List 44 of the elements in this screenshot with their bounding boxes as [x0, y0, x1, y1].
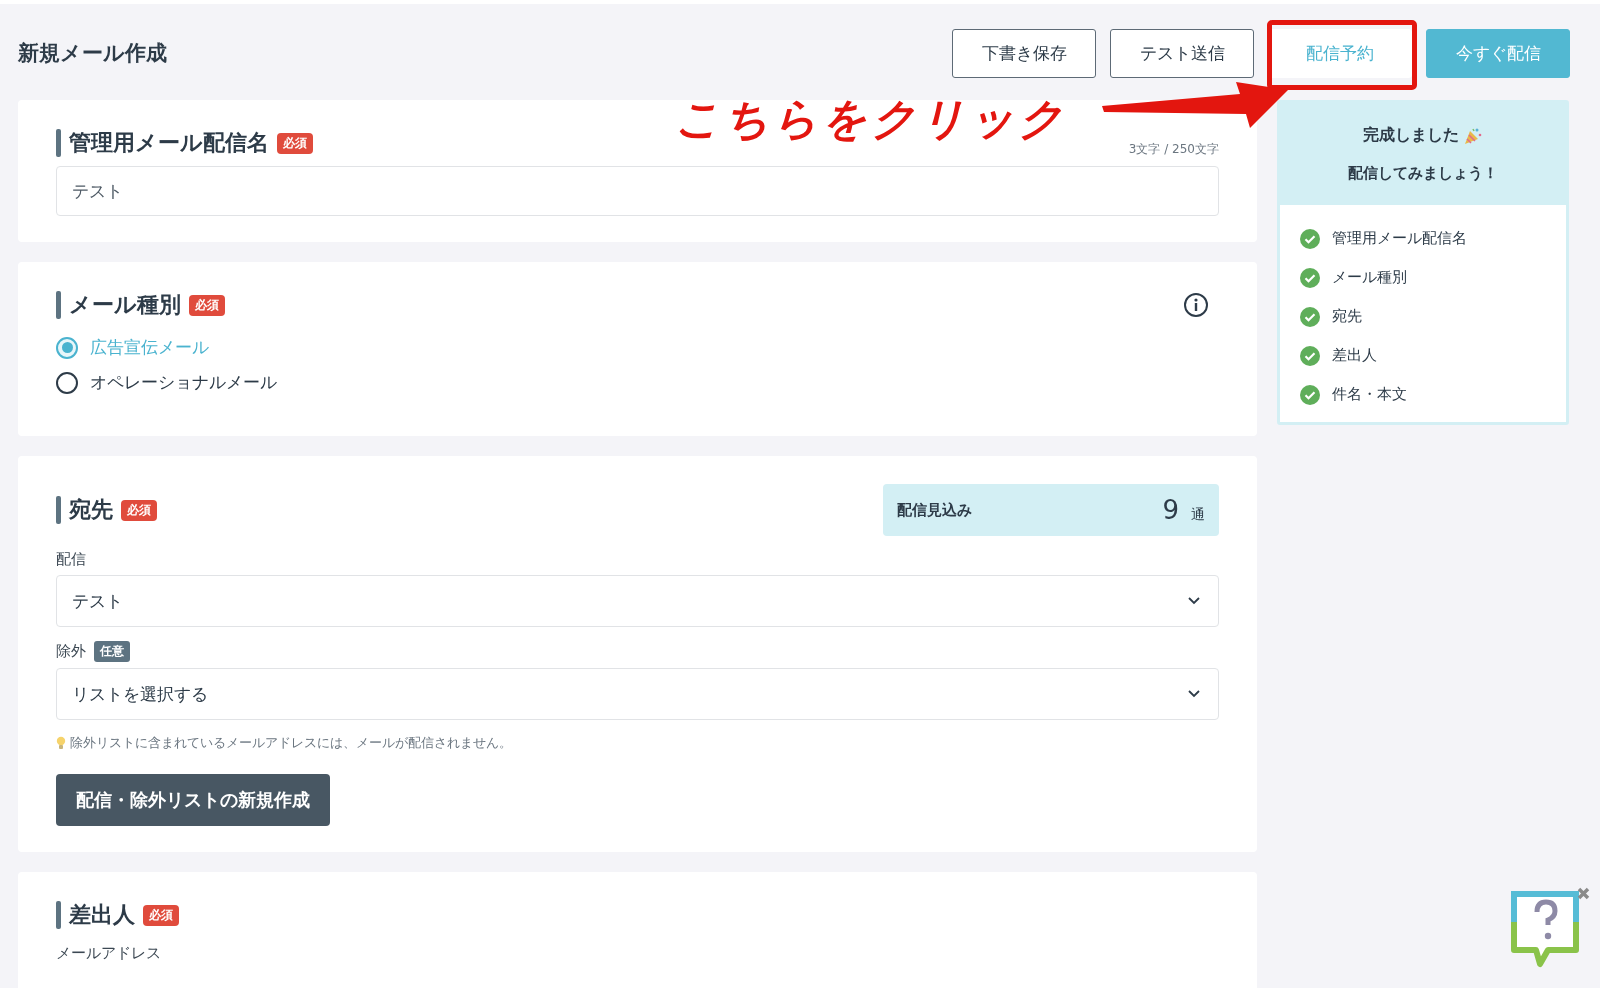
- section-accent-bar: [56, 291, 61, 319]
- section-title: 管理用メール配信名: [69, 129, 269, 157]
- required-badge: 必須: [277, 132, 313, 154]
- header-button[interactable]: 下書き保存: [952, 28, 1096, 78]
- hint-text: 除外リストに含まれているメールアドレスには、メールが配信されません。: [70, 734, 512, 752]
- checklist-item: メール種別: [1332, 268, 1407, 287]
- field-label: メールアドレス: [56, 944, 162, 963]
- checklist-title: 完成しました: [1363, 125, 1459, 146]
- estimate-label: 配信見込み: [897, 500, 972, 520]
- field-label: 除外: [56, 642, 86, 661]
- required-badge: 必須: [143, 904, 179, 926]
- section-accent-bar: [56, 901, 61, 929]
- section-title: メール種別: [69, 291, 181, 319]
- create-list-button[interactable]: 配信・除外リストの新規作成: [56, 774, 330, 826]
- estimate-count: 9: [1162, 495, 1179, 525]
- estimate-unit: 通: [1191, 506, 1205, 524]
- checklist-item: 管理用メール配信名: [1332, 229, 1467, 248]
- radio-button[interactable]: [56, 336, 78, 359]
- checklist-item: 宛先: [1332, 307, 1362, 326]
- radio-label: オペレーショナルメール: [90, 371, 277, 394]
- checklist-subtitle: 配信してみましょう！: [1347, 164, 1499, 183]
- section-title: 差出人: [69, 901, 135, 929]
- checklist-item: 件名・本文: [1332, 385, 1407, 404]
- chevron-down-icon: [1188, 597, 1200, 605]
- character-counter: 3文字 / 250文字: [1128, 141, 1219, 158]
- section-title: 宛先: [69, 496, 113, 524]
- select-dropdown[interactable]: リストを選択する: [56, 668, 1219, 720]
- annotation-text: こちらをクリック: [675, 93, 1067, 144]
- radio-button[interactable]: [56, 371, 78, 394]
- required-badge: 必須: [189, 294, 225, 316]
- section-accent-bar: [56, 129, 61, 157]
- chevron-down-icon: [1188, 690, 1200, 698]
- radio-label: 広告宣伝メール: [90, 336, 209, 359]
- select-dropdown[interactable]: テスト: [56, 575, 1219, 627]
- header-button[interactable]: テスト送信: [1110, 28, 1254, 78]
- checklist-item: 差出人: [1332, 346, 1377, 365]
- section-accent-bar: [56, 496, 61, 524]
- text-input-field[interactable]: テスト: [56, 166, 1219, 216]
- required-badge: 必須: [121, 499, 157, 521]
- optional-badge: 任意: [94, 641, 130, 662]
- info-icon: [1183, 292, 1209, 318]
- lightbulb-icon: [56, 736, 66, 750]
- field-label: 配信: [56, 550, 86, 569]
- page-title: 新規メール作成: [18, 40, 167, 67]
